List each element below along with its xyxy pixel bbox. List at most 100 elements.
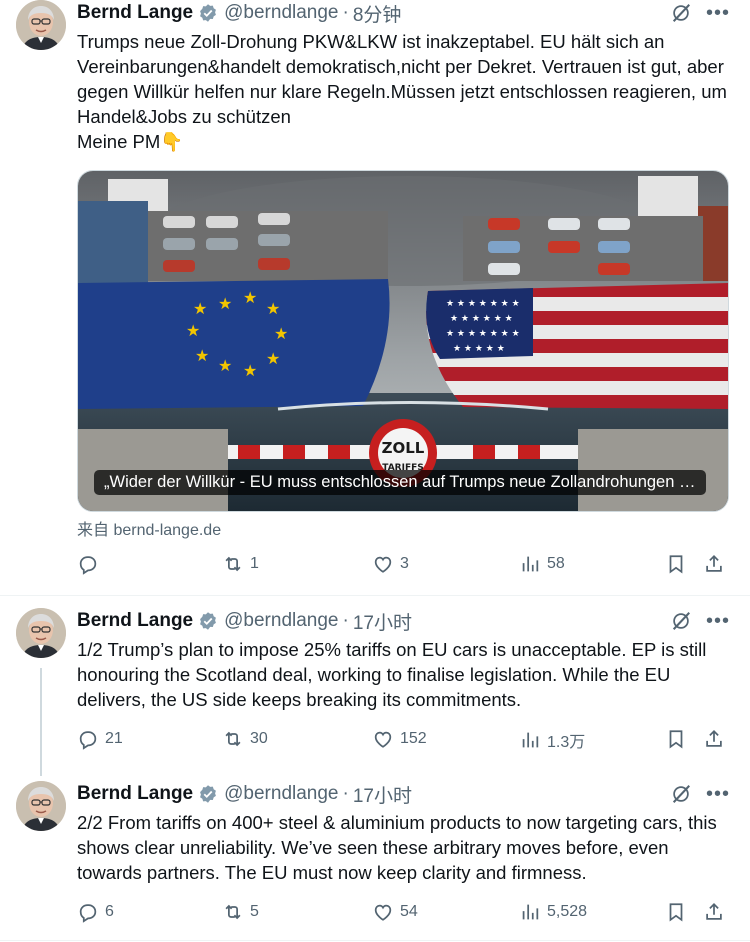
- like-icon: [372, 553, 394, 575]
- reply-button[interactable]: 6: [77, 901, 114, 923]
- views-button[interactable]: 58: [519, 553, 565, 575]
- grok-icon[interactable]: [670, 610, 692, 632]
- svg-text:★ ★ ★ ★ ★ ★ ★: ★ ★ ★ ★ ★ ★ ★: [446, 329, 520, 339]
- svg-text:★: ★: [243, 361, 257, 380]
- views-count: 1.3万: [547, 734, 586, 751]
- timestamp[interactable]: 17小时: [353, 608, 412, 635]
- retweet-icon: [222, 728, 244, 750]
- bookmark-icon: [665, 728, 687, 750]
- retweet-button[interactable]: 30: [222, 728, 268, 750]
- action-bar: 6 5 54 5,528: [77, 901, 727, 927]
- tweet-header: Bernd Lange @berndlange · 17小时: [77, 781, 412, 807]
- header-icons: •••: [670, 783, 730, 805]
- author-handle[interactable]: @berndlange: [224, 783, 338, 805]
- bookmark-icon: [665, 901, 687, 923]
- tweet-2[interactable]: Bernd Lange @berndlange · 17小时 ••• 1/2 T…: [0, 608, 750, 768]
- link-card[interactable]: ★ ★ ★ ★ ★ ★ ★ ★ ★ ★ ★ ★ ★ ★ ★ ★ ★ ★ ★ ★ ★ ★ ★ ★…: [77, 170, 729, 512]
- retweet-button[interactable]: 5: [222, 901, 259, 923]
- bookmark-button[interactable]: [665, 553, 687, 575]
- reply-icon: [77, 901, 99, 923]
- grok-icon[interactable]: [670, 783, 692, 805]
- share-icon: [703, 553, 725, 575]
- thread-connector-line: [40, 668, 42, 776]
- bookmark-button[interactable]: [665, 901, 687, 923]
- svg-text:★: ★: [243, 288, 257, 307]
- views-count: 5,528: [547, 903, 588, 920]
- card-source[interactable]: 来自 bernd-lange.de: [77, 516, 221, 540]
- svg-text:★ ★ ★ ★ ★ ★: ★ ★ ★ ★ ★ ★: [450, 314, 513, 324]
- like-button[interactable]: 3: [372, 553, 409, 575]
- share-button[interactable]: [703, 553, 725, 575]
- avatar[interactable]: [16, 608, 66, 658]
- card-caption[interactable]: „Wider der Willkür - EU muss entschlosse…: [94, 470, 706, 495]
- share-icon: [703, 901, 725, 923]
- avatar[interactable]: [16, 781, 66, 831]
- action-bar: 1 3 58: [77, 553, 727, 579]
- author-handle[interactable]: @berndlange: [224, 610, 338, 632]
- views-icon: [519, 553, 541, 575]
- share-icon: [703, 728, 725, 750]
- bookmark-icon: [665, 553, 687, 575]
- avatar[interactable]: [16, 0, 66, 50]
- separator-dot: ·: [342, 610, 349, 631]
- like-icon: [372, 901, 394, 923]
- svg-text:★: ★: [193, 299, 207, 318]
- like-button[interactable]: 152: [372, 728, 427, 750]
- retweet-icon: [222, 901, 244, 923]
- retweet-icon: [222, 553, 244, 575]
- reply-count: 6: [105, 903, 114, 920]
- tweet-header: Bernd Lange @berndlange · 17小时: [77, 608, 412, 634]
- retweet-count: 5: [250, 903, 259, 920]
- like-count: 3: [400, 555, 409, 572]
- verified-badge-icon: [198, 3, 218, 23]
- tweet-1[interactable]: Bernd Lange @berndlange · 8分钟 ••• Trumps…: [0, 0, 750, 595]
- like-button[interactable]: 54: [372, 901, 418, 923]
- separator-dot: ·: [342, 2, 349, 23]
- divider: [0, 940, 750, 941]
- share-button[interactable]: [703, 901, 725, 923]
- svg-text:★ ★ ★ ★ ★ ★ ★: ★ ★ ★ ★ ★ ★ ★: [446, 299, 520, 309]
- tweet-text: 2/2 From tariffs on 400+ steel & alumini…: [77, 812, 722, 883]
- retweet-button[interactable]: 1: [222, 553, 259, 575]
- author-name[interactable]: Bernd Lange: [77, 2, 193, 24]
- verified-badge-icon: [198, 611, 218, 631]
- retweet-count: 1: [250, 555, 259, 572]
- separator-dot: ·: [342, 783, 349, 804]
- views-icon: [519, 901, 541, 923]
- timestamp[interactable]: 17小时: [353, 781, 412, 808]
- svg-text:★: ★: [274, 324, 288, 343]
- tweet-3[interactable]: Bernd Lange @berndlange · 17小时 ••• 2/2 F…: [0, 781, 750, 931]
- author-name[interactable]: Bernd Lange: [77, 610, 193, 632]
- verified-badge-icon: [198, 784, 218, 804]
- more-icon[interactable]: •••: [706, 3, 730, 23]
- more-icon[interactable]: •••: [706, 611, 730, 631]
- reply-icon: [77, 553, 99, 575]
- tweet-header: Bernd Lange @berndlange · 8分钟: [77, 0, 401, 26]
- like-icon: [372, 728, 394, 750]
- views-button[interactable]: 5,528: [519, 901, 587, 923]
- views-button[interactable]: 1.3万: [519, 728, 585, 752]
- tweet-text: Trumps neue Zoll-Drohung PKW&LKW ist ina…: [77, 31, 727, 152]
- more-icon[interactable]: •••: [706, 784, 730, 804]
- reply-button[interactable]: [77, 553, 105, 575]
- views-icon: [519, 729, 541, 751]
- author-handle[interactable]: @berndlange: [224, 2, 338, 24]
- timestamp[interactable]: 8分钟: [353, 0, 402, 27]
- tweet-text: 1/2 Trump’s plan to impose 25% tariffs o…: [77, 639, 712, 710]
- header-icons: •••: [670, 2, 730, 24]
- action-bar: 21 30 152 1.3万: [77, 728, 727, 754]
- views-count: 58: [547, 555, 565, 572]
- card-image: ★ ★ ★ ★ ★ ★ ★ ★ ★ ★ ★ ★ ★ ★ ★ ★ ★ ★ ★ ★ ★ ★ ★ ★…: [78, 171, 728, 511]
- author-name[interactable]: Bernd Lange: [77, 783, 193, 805]
- bookmark-button[interactable]: [665, 728, 687, 750]
- like-count: 152: [400, 730, 427, 747]
- reply-button[interactable]: 21: [77, 728, 123, 750]
- card-sign-text: ZOLL: [382, 439, 425, 457]
- divider: [0, 595, 750, 596]
- svg-text:★: ★: [218, 356, 232, 375]
- svg-text:★ ★ ★ ★ ★: ★ ★ ★ ★ ★: [453, 344, 505, 354]
- reply-count: 21: [105, 730, 123, 747]
- grok-icon[interactable]: [670, 2, 692, 24]
- reply-icon: [77, 728, 99, 750]
- share-button[interactable]: [703, 728, 725, 750]
